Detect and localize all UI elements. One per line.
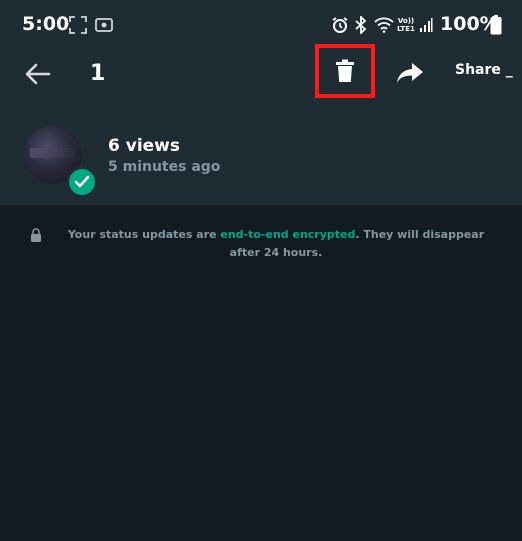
share-button[interactable]: Share _ — [455, 62, 513, 78]
encryption-link[interactable]: end-to-end encrypted — [220, 228, 355, 241]
battery-icon — [489, 14, 503, 36]
lock-icon — [30, 228, 42, 248]
delete-button[interactable] — [315, 44, 375, 98]
status-time-ago: 5 minutes ago — [108, 159, 221, 175]
status-thumbnail[interactable] — [24, 126, 98, 198]
bluetooth-icon — [352, 14, 370, 36]
signal-icon — [418, 14, 434, 36]
forward-button[interactable] — [393, 56, 427, 90]
volte-indicator: Vo)) LTE1 — [397, 17, 415, 33]
selected-count: 1 — [90, 61, 106, 86]
check-icon — [74, 175, 90, 188]
status-bar: 5:00 Vo)) LTE1 100% — [0, 0, 522, 50]
status-time: 5:00 — [22, 13, 70, 35]
sent-badge — [66, 166, 98, 198]
cast-icon — [94, 14, 114, 36]
notice-text-start: Your status updates are — [67, 228, 221, 241]
back-arrow-icon — [25, 63, 51, 85]
wifi-icon — [373, 14, 395, 36]
back-button[interactable] — [22, 58, 54, 90]
views-count[interactable]: 6 views — [108, 136, 180, 156]
delete-icon — [336, 59, 354, 82]
encryption-notice: Your status updates are end-to-end encry… — [30, 226, 500, 262]
screenshot-icon — [68, 14, 88, 36]
share-forward-icon — [397, 63, 423, 83]
alarm-icon — [330, 14, 350, 36]
